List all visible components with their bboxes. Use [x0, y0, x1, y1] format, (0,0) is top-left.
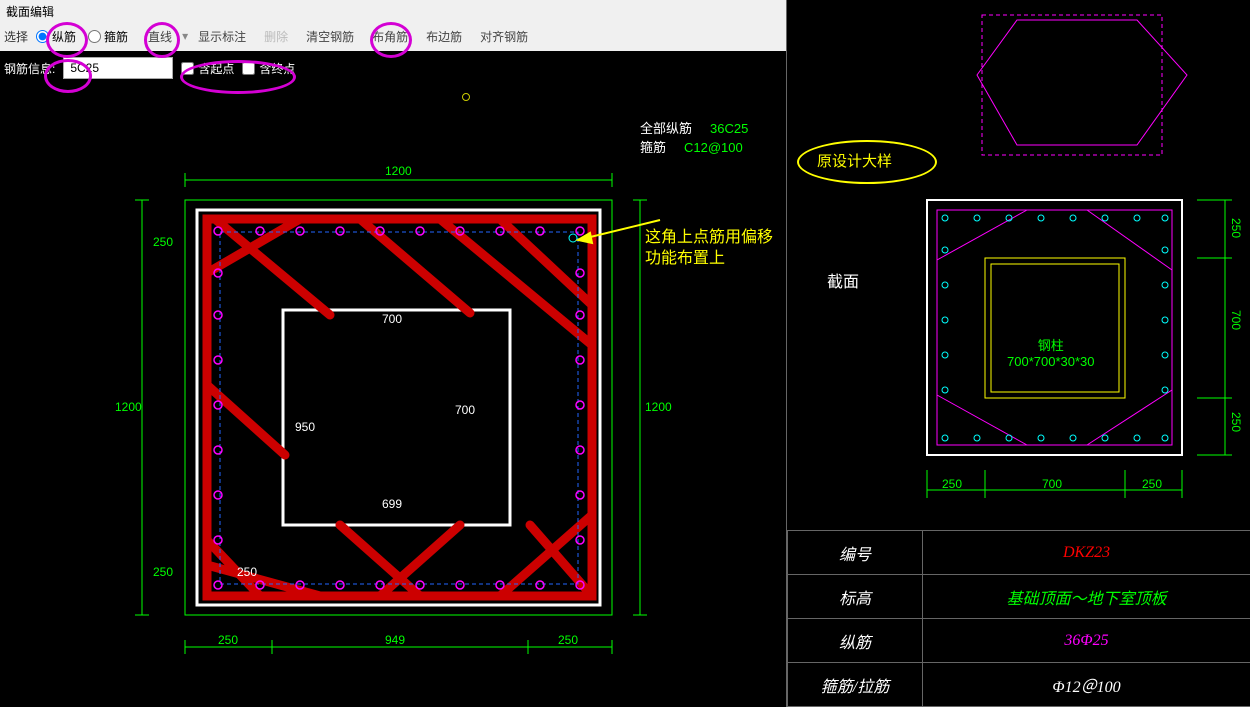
btn-clear[interactable]: 清空钢筋 [298, 24, 362, 49]
canvas-left[interactable]: 全部纵筋36C25 箍筋C12@100 [0, 85, 786, 707]
btn-edge[interactable]: 布边筋 [418, 24, 470, 49]
rdim: 250 [1229, 412, 1243, 432]
tbl-value: DKZ23 [923, 531, 1250, 575]
window-title: 截面编辑 [0, 0, 786, 21]
tbl-value: Φ12＠100 [923, 663, 1250, 707]
annotation-offset: 这角上点筋用偏移功能布置上 [645, 228, 773, 270]
btn-line[interactable]: 直线 [140, 24, 180, 49]
tbl-label: 箍筋/拉筋 [788, 663, 923, 707]
inner-dim-left: 950 [295, 420, 315, 434]
btn-show-dim[interactable]: 显示标注 [190, 24, 254, 49]
dim-left-lower: 250 [153, 565, 173, 579]
toolbar-main: 选择 纵筋 箍筋 直线 ▾ 显示标注 删除 清空钢筋 布角筋 布边筋 对齐钢筋 [0, 21, 786, 51]
chk-end[interactable]: 含终点 [242, 60, 295, 77]
right-drawing [787, 0, 1250, 530]
rdim: 250 [942, 477, 962, 491]
dim-top: 1200 [385, 164, 412, 178]
dim-bottom-1: 250 [218, 633, 238, 647]
inner-dim-top: 700 [382, 312, 402, 326]
btn-corner[interactable]: 布角筋 [364, 24, 416, 49]
toolbar-rebar-info: 钢筋信息: 含起点 含终点 [0, 51, 786, 85]
btn-align[interactable]: 对齐钢筋 [472, 24, 536, 49]
rdim: 250 [1229, 218, 1243, 238]
dim-left: 1200 [115, 400, 142, 414]
inner-dim-midleft: 700 [455, 403, 475, 417]
tbl-label: 编号 [788, 531, 923, 575]
rebar-info-input[interactable] [63, 57, 173, 79]
dim-inner-250: 250 [237, 565, 257, 579]
tbl-label: 标高 [788, 575, 923, 619]
btn-delete[interactable]: 删除 [256, 24, 296, 49]
info-table: 编号DKZ23 标高基础顶面～地下室顶板 纵筋36Φ25 箍筋/拉筋Φ12＠10… [787, 530, 1250, 707]
steel-col-label: 钢柱700*700*30*30 [1007, 335, 1094, 369]
tbl-value: 36Φ25 [923, 619, 1250, 663]
radio-stirrup[interactable]: 箍筋 [88, 28, 128, 45]
inner-dim-bottom: 699 [382, 497, 402, 511]
rdim: 700 [1229, 310, 1243, 330]
tbl-label: 纵筋 [788, 619, 923, 663]
select-label: 选择 [4, 28, 28, 45]
rdim: 250 [1142, 477, 1162, 491]
dim-bottom-2: 949 [385, 633, 405, 647]
rdim: 700 [1042, 477, 1062, 491]
dim-right: 1200 [645, 400, 672, 414]
dim-left-upper: 250 [153, 235, 173, 249]
chk-start[interactable]: 含起点 [181, 60, 234, 77]
dim-bottom-3: 250 [558, 633, 578, 647]
tbl-value: 基础顶面～地下室顶板 [923, 575, 1250, 619]
rebar-info-label: 钢筋信息: [4, 60, 55, 77]
section-drawing [0, 85, 786, 707]
radio-longitudinal[interactable]: 纵筋 [36, 28, 76, 45]
